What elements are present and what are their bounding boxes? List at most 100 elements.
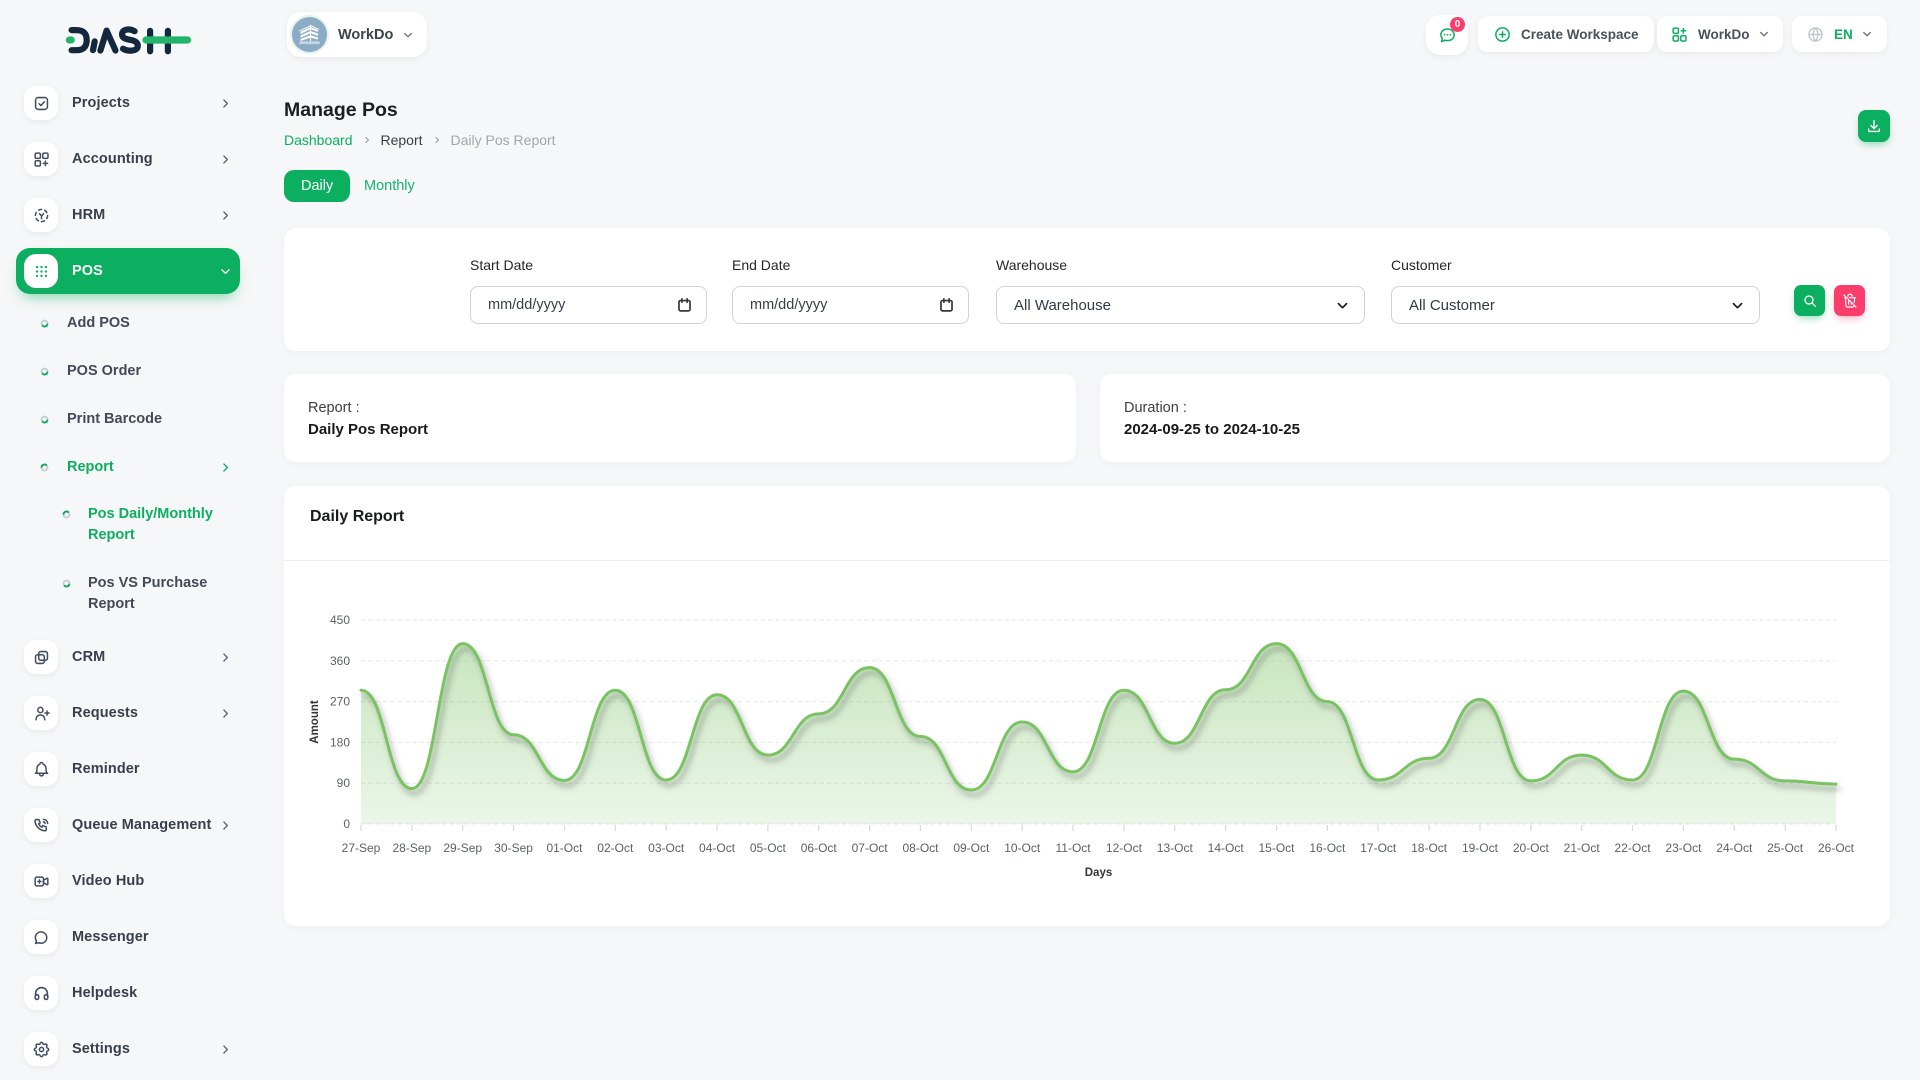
svg-text:15-Oct: 15-Oct <box>1259 841 1296 855</box>
sidebar-item-report[interactable]: Report <box>16 443 240 491</box>
sidebar-item-hrm[interactable]: HRM <box>16 187 240 243</box>
svg-text:28-Sep: 28-Sep <box>393 841 432 855</box>
sidebar-item-label: CRM <box>72 649 105 665</box>
sidebar-item-print-barcode[interactable]: Print Barcode <box>16 395 240 443</box>
create-workspace-button[interactable]: Create Workspace <box>1478 16 1654 52</box>
svg-text:08-Oct: 08-Oct <box>902 841 939 855</box>
calendar-icon[interactable] <box>938 297 955 314</box>
bullet-icon <box>62 510 71 519</box>
svg-text:30-Sep: 30-Sep <box>494 841 533 855</box>
workspace-avatar <box>292 17 327 52</box>
svg-text:21-Oct: 21-Oct <box>1564 841 1601 855</box>
sidebar-item-add-pos[interactable]: Add POS <box>16 299 240 347</box>
bullet-icon <box>40 415 49 424</box>
bullet-icon <box>40 367 49 376</box>
tab-daily[interactable]: Daily <box>284 170 350 202</box>
sidebar-item-pos[interactable]: POS <box>16 248 240 294</box>
page-title: Manage Pos <box>284 99 398 122</box>
sidebar-item-accounting[interactable]: Accounting <box>16 131 240 187</box>
svg-text:20-Oct: 20-Oct <box>1513 841 1550 855</box>
breadcrumb-current: Daily Pos Report <box>451 132 556 148</box>
sidebar-item-pos-vs-purchase-report[interactable]: Pos VS Purchase Report <box>16 560 240 629</box>
svg-text:27-Sep: 27-Sep <box>342 841 381 855</box>
end-date-label: End Date <box>732 257 790 273</box>
svg-text:270: 270 <box>330 695 350 709</box>
sidebar-item-messenger[interactable]: Messenger <box>16 909 240 965</box>
report-summary-card: Report : Daily Pos Report <box>284 374 1076 462</box>
breadcrumb-dashboard-link[interactable]: Dashboard <box>284 132 353 148</box>
svg-text:24-Oct: 24-Oct <box>1716 841 1753 855</box>
duration-label: Duration : <box>1124 400 1187 416</box>
chevron-down-icon <box>402 29 414 41</box>
chat-button[interactable]: 0 <box>1426 15 1468 55</box>
svg-text:09-Oct: 09-Oct <box>953 841 990 855</box>
svg-text:23-Oct: 23-Oct <box>1665 841 1702 855</box>
svg-text:18-Oct: 18-Oct <box>1411 841 1448 855</box>
globe-icon <box>1806 25 1825 44</box>
sidebar-item-crm[interactable]: CRM <box>16 629 240 685</box>
language-button[interactable]: EN <box>1792 16 1887 52</box>
sidebar-item-label: Requests <box>72 705 138 721</box>
chevron-right-icon <box>432 135 442 145</box>
svg-text:22-Oct: 22-Oct <box>1615 841 1652 855</box>
chevron-right-icon <box>219 707 232 720</box>
sidebar-item-label: HRM <box>72 207 105 223</box>
svg-text:17-Oct: 17-Oct <box>1360 841 1397 855</box>
create-workspace-label: Create Workspace <box>1521 27 1639 42</box>
svg-text:05-Oct: 05-Oct <box>750 841 787 855</box>
calendar-icon[interactable] <box>676 297 693 314</box>
dash-logo[interactable] <box>64 22 192 58</box>
workspace-switcher-button[interactable]: WorkDo <box>1657 16 1783 52</box>
sidebar-item-label: Reminder <box>72 761 140 777</box>
daily-report-chart[interactable]: 09018027036045027-Sep28-Sep29-Sep30-Sep0… <box>284 560 1890 926</box>
sidebar-item-video-hub[interactable]: Video Hub <box>16 853 240 909</box>
report-label: Report : <box>308 400 360 416</box>
download-icon <box>1866 118 1882 134</box>
sidebar-item-pos-daily-monthly-report[interactable]: Pos Daily/Monthly Report <box>16 491 240 560</box>
bullet-icon <box>40 463 49 472</box>
svg-text:180: 180 <box>330 735 350 749</box>
sidebar-item-pos-order[interactable]: POS Order <box>16 347 240 395</box>
chevron-down-icon <box>1758 28 1770 40</box>
start-date-input[interactable]: mm/dd/yyyy <box>470 286 707 324</box>
customer-select[interactable]: All Customer <box>1391 286 1760 324</box>
breadcrumb-report-link[interactable]: Report <box>381 132 423 148</box>
chevron-right-icon <box>219 97 232 110</box>
svg-text:01-Oct: 01-Oct <box>546 841 583 855</box>
sidebar-item-label: POS <box>72 263 103 279</box>
download-button[interactable] <box>1858 110 1890 142</box>
chevron-down-icon <box>1730 298 1745 313</box>
reset-filter-button[interactable] <box>1834 285 1865 316</box>
svg-text:450: 450 <box>330 613 350 627</box>
workspace-chip[interactable]: WorkDo <box>287 12 427 57</box>
chart-card: Daily Report 09018027036045027-Sep28-Sep… <box>284 486 1890 926</box>
sidebar-item-queue-management[interactable]: Queue Management <box>16 797 240 853</box>
sidebar-item-settings[interactable]: Settings <box>16 1021 240 1077</box>
end-date-value: mm/dd/yyyy <box>750 297 827 313</box>
svg-text:06-Oct: 06-Oct <box>801 841 838 855</box>
sidebar-item-label: Settings <box>72 1041 130 1057</box>
svg-text:12-Oct: 12-Oct <box>1106 841 1143 855</box>
hrm-icon <box>24 198 58 232</box>
svg-text:11-Oct: 11-Oct <box>1056 841 1092 855</box>
sidebar-item-requests[interactable]: Requests <box>16 685 240 741</box>
svg-text:Amount: Amount <box>309 700 321 744</box>
language-label: EN <box>1834 27 1853 42</box>
workspace-switcher-label: WorkDo <box>1698 27 1750 42</box>
search-button[interactable] <box>1794 285 1825 316</box>
sidebar-item-projects[interactable]: Projects <box>16 75 240 131</box>
sidebar-item-reminder[interactable]: Reminder <box>16 741 240 797</box>
sidebar-item-label: POS Order <box>67 363 141 379</box>
svg-text:26-Oct: 26-Oct <box>1818 841 1855 855</box>
reminder-icon <box>24 752 58 786</box>
sidebar-item-helpdesk[interactable]: Helpdesk <box>16 965 240 1021</box>
sidebar-item-label: Report <box>67 459 114 475</box>
tab-monthly[interactable]: Monthly <box>364 170 415 202</box>
warehouse-select[interactable]: All Warehouse <box>996 286 1365 324</box>
svg-text:13-Oct: 13-Oct <box>1157 841 1194 855</box>
pos-icon <box>24 254 58 288</box>
end-date-input[interactable]: mm/dd/yyyy <box>732 286 969 324</box>
svg-text:360: 360 <box>330 654 350 668</box>
search-icon <box>1802 293 1818 309</box>
queue-icon <box>24 808 58 842</box>
